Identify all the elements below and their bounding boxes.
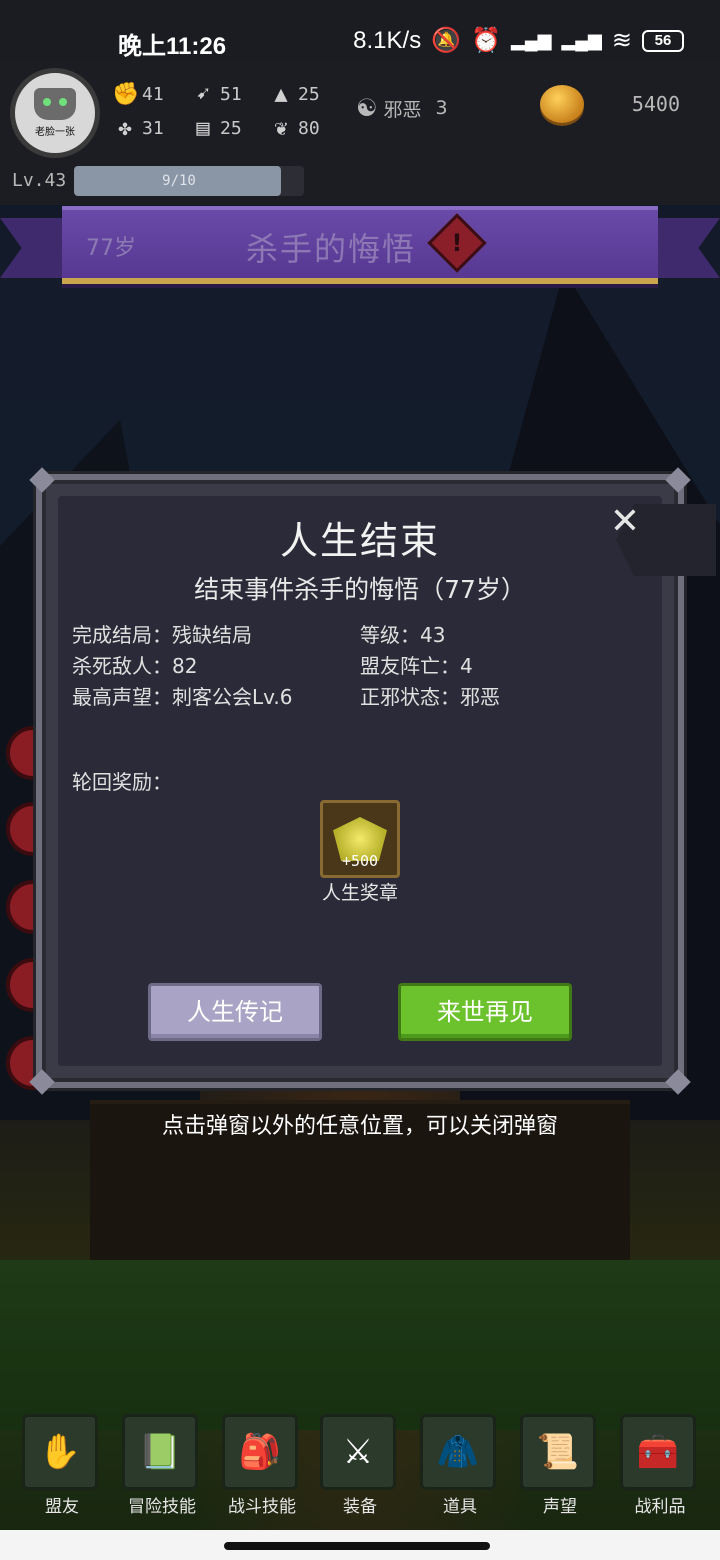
- info-kills: 杀死敌人：82: [72, 654, 198, 678]
- gold-coin-icon: [540, 85, 584, 123]
- clover-icon: ✤: [118, 116, 132, 141]
- xp-text: 9/10: [162, 173, 196, 189]
- alignment-status[interactable]: ☯ 邪恶 3: [356, 94, 448, 122]
- nav-items[interactable]: 🧥 道具: [418, 1408, 502, 1517]
- yin-yang-icon: ☯: [356, 94, 378, 122]
- wizard-hat-icon: ▲: [274, 82, 288, 107]
- network-speed: 8.1K/s: [353, 26, 422, 54]
- avatar[interactable]: 老脸一张: [10, 68, 100, 158]
- nav-adventure-skills[interactable]: 📗 冒险技能: [120, 1408, 204, 1517]
- home-indicator[interactable]: [224, 1542, 490, 1550]
- stat-fist: ✊ 41: [112, 82, 164, 107]
- gold-counter[interactable]: 5400: [540, 82, 700, 126]
- stat-book: ▤ 25: [190, 116, 241, 141]
- info-ending: 完成结局：残缺结局: [72, 623, 252, 647]
- nav-loot[interactable]: 🧰 战利品: [618, 1408, 702, 1517]
- status-icons: 8.1K/s 🔕 ⏰ ▂▄▆ ▂▄▆ ≋ 56: [353, 26, 684, 55]
- stat-clover: ✤ 31: [112, 116, 163, 141]
- info-reputation: 最高声望：刺客公会Lv.6: [72, 685, 293, 709]
- alarm-icon: ⏰: [471, 27, 501, 54]
- life-story-button[interactable]: 人生传记: [148, 983, 322, 1041]
- bottom-nav: ✋ 盟友 📗 冒险技能 🎒 战斗技能 ⚔ 装备 🧥 道具 📜 声望 🧰 战利品: [0, 1408, 720, 1523]
- avatar-face-icon: [34, 88, 76, 120]
- stat-wizard-hat: ▲ 25: [268, 82, 319, 107]
- book-icon: ▤: [196, 116, 210, 141]
- end-event-text: 结束事件杀手的悔悟（77岁）: [194, 575, 526, 604]
- gauntlet-icon: ✋: [22, 1414, 98, 1490]
- info-level: 等级：43: [360, 623, 446, 647]
- top-hud: 老脸一张 ✊ 41 ✤ 31 ➹ 51 ▤ 25 ▲ 25 ❦ 80 ☯ 邪恶 …: [0, 60, 720, 205]
- gesture-icon: ➹: [196, 82, 210, 107]
- nav-combat-skills[interactable]: 🎒 战斗技能: [220, 1408, 304, 1517]
- xp-bar: 9/10: [74, 166, 304, 196]
- alert-mark: !: [451, 229, 463, 257]
- player-level: Lv.43: [12, 170, 67, 191]
- stat-lotus: ❦ 80: [268, 116, 319, 141]
- next-life-button[interactable]: 来世再见: [398, 983, 572, 1041]
- stat-gesture: ➹ 51: [190, 82, 241, 107]
- mute-icon: 🔕: [431, 27, 462, 54]
- gold-value: 5400: [631, 92, 680, 116]
- skill-book-icon: 📗: [122, 1414, 198, 1490]
- alignment-value: 3: [435, 97, 448, 119]
- fist-icon: ✊: [112, 82, 140, 107]
- treasure-chest-icon: 🧰: [620, 1414, 696, 1490]
- modal-title: 人生结束: [279, 519, 440, 563]
- banner-title: 杀手的悔悟: [246, 230, 417, 268]
- reward-name: 人生奖章: [321, 882, 398, 904]
- wifi-icon: ≋: [611, 27, 632, 54]
- nav-reputation[interactable]: 📜 声望: [518, 1408, 602, 1517]
- info-alignment: 正邪状态：邪恶: [360, 685, 500, 709]
- banner-age: 77岁: [86, 236, 136, 261]
- alignment-label: 邪恶: [383, 98, 422, 121]
- reward-count: +500: [341, 852, 379, 870]
- crossed-swords-icon: ⚔: [320, 1414, 396, 1490]
- avatar-name: 老脸一张: [35, 127, 75, 138]
- lotus-icon: ❦: [274, 116, 288, 141]
- status-time: 晚上11:26: [118, 33, 227, 60]
- reward-label: 轮回奖励：: [72, 770, 172, 794]
- nav-equipment[interactable]: ⚔ 装备: [318, 1408, 402, 1517]
- battery-icon: 56: [642, 29, 684, 52]
- scroll-icon: 📜: [520, 1414, 596, 1490]
- nav-allies[interactable]: ✋ 盟友: [20, 1408, 104, 1517]
- signal-icon: ▂▄▆: [510, 30, 552, 50]
- info-ally-deaths: 盟友阵亡：4: [360, 654, 473, 678]
- satchel-icon: 🧥: [420, 1414, 496, 1490]
- backpack-icon: 🎒: [222, 1414, 298, 1490]
- signal-icon-2: ▂▄▆: [561, 30, 602, 50]
- close-icon[interactable]: ✕: [608, 500, 642, 544]
- close-hint: 点击弹窗以外的任意位置，可以关闭弹窗: [161, 1114, 558, 1139]
